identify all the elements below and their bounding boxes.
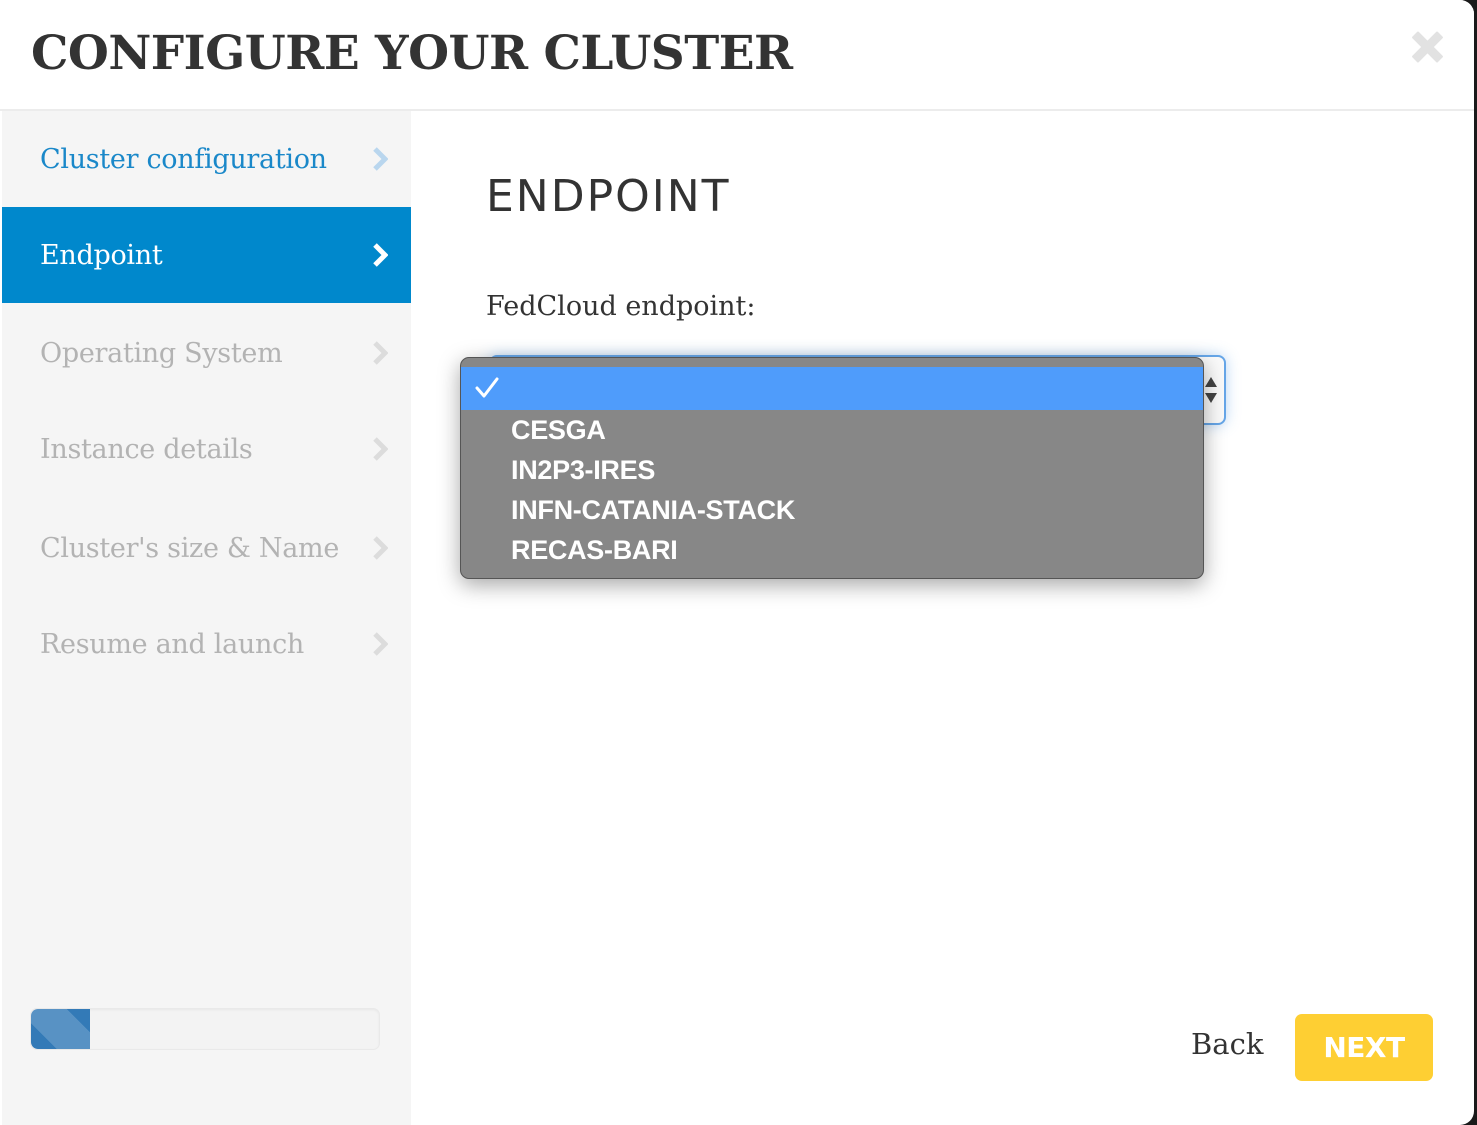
chevron-right-icon	[372, 340, 388, 366]
modal-title: CONFIGURE YOUR CLUSTER	[31, 26, 793, 81]
wizard-progress-bar	[30, 1008, 380, 1050]
next-button[interactable]: NEXT	[1295, 1014, 1433, 1081]
main-content: ENDPOINT FedCloud endpoint: CESGA IN2P3-…	[411, 111, 1474, 1125]
step-label: Operating System	[40, 337, 283, 369]
dropdown-option-in2p3-ires[interactable]: IN2P3-IRES	[461, 450, 1203, 490]
wizard-sidebar: Cluster configuration Endpoint Operating…	[2, 111, 411, 1125]
step-label: Cluster configuration	[40, 143, 327, 175]
option-label: RECAS-BARI	[511, 534, 678, 565]
step-label: Cluster's size & Name	[40, 532, 340, 564]
section-title: ENDPOINT	[486, 171, 731, 222]
checkmark-icon	[475, 377, 499, 399]
back-button[interactable]: Back	[1191, 1027, 1263, 1061]
sidebar-step-endpoint[interactable]: Endpoint	[2, 207, 411, 303]
chevron-right-icon	[372, 146, 388, 172]
step-label: Endpoint	[40, 239, 163, 271]
close-icon[interactable]	[1408, 28, 1446, 66]
step-label: Resume and launch	[40, 628, 304, 660]
dropdown-option-infn-catania-stack[interactable]: INFN-CATANIA-STACK	[461, 490, 1203, 530]
sidebar-step-cluster-size-name[interactable]: Cluster's size & Name	[2, 500, 411, 596]
dropdown-option-cesga[interactable]: CESGA	[461, 410, 1203, 450]
chevron-right-icon	[372, 535, 388, 561]
progress-bar-fill	[31, 1009, 91, 1049]
fedcloud-endpoint-label: FedCloud endpoint:	[486, 291, 756, 322]
option-label: CESGA	[511, 414, 606, 445]
configure-cluster-modal: CONFIGURE YOUR CLUSTER Cluster configura…	[0, 0, 1474, 1125]
sidebar-step-operating-system[interactable]: Operating System	[2, 305, 411, 401]
sidebar-step-cluster-configuration[interactable]: Cluster configuration	[2, 111, 411, 207]
sidebar-step-resume-launch[interactable]: Resume and launch	[2, 596, 411, 692]
endpoint-dropdown-menu: CESGA IN2P3-IRES INFN-CATANIA-STACK RECA…	[460, 357, 1204, 579]
dropdown-option-empty[interactable]	[461, 367, 1203, 410]
chevron-right-icon	[372, 242, 388, 268]
option-label: IN2P3-IRES	[511, 454, 656, 485]
chevron-right-icon	[372, 436, 388, 462]
step-label: Instance details	[40, 433, 253, 465]
option-label: INFN-CATANIA-STACK	[511, 494, 796, 525]
dropdown-option-recas-bari[interactable]: RECAS-BARI	[461, 530, 1203, 570]
sidebar-step-instance-details[interactable]: Instance details	[2, 401, 411, 497]
modal-header: CONFIGURE YOUR CLUSTER	[0, 0, 1474, 111]
chevron-right-icon	[372, 631, 388, 657]
select-arrows-icon	[1204, 373, 1218, 407]
